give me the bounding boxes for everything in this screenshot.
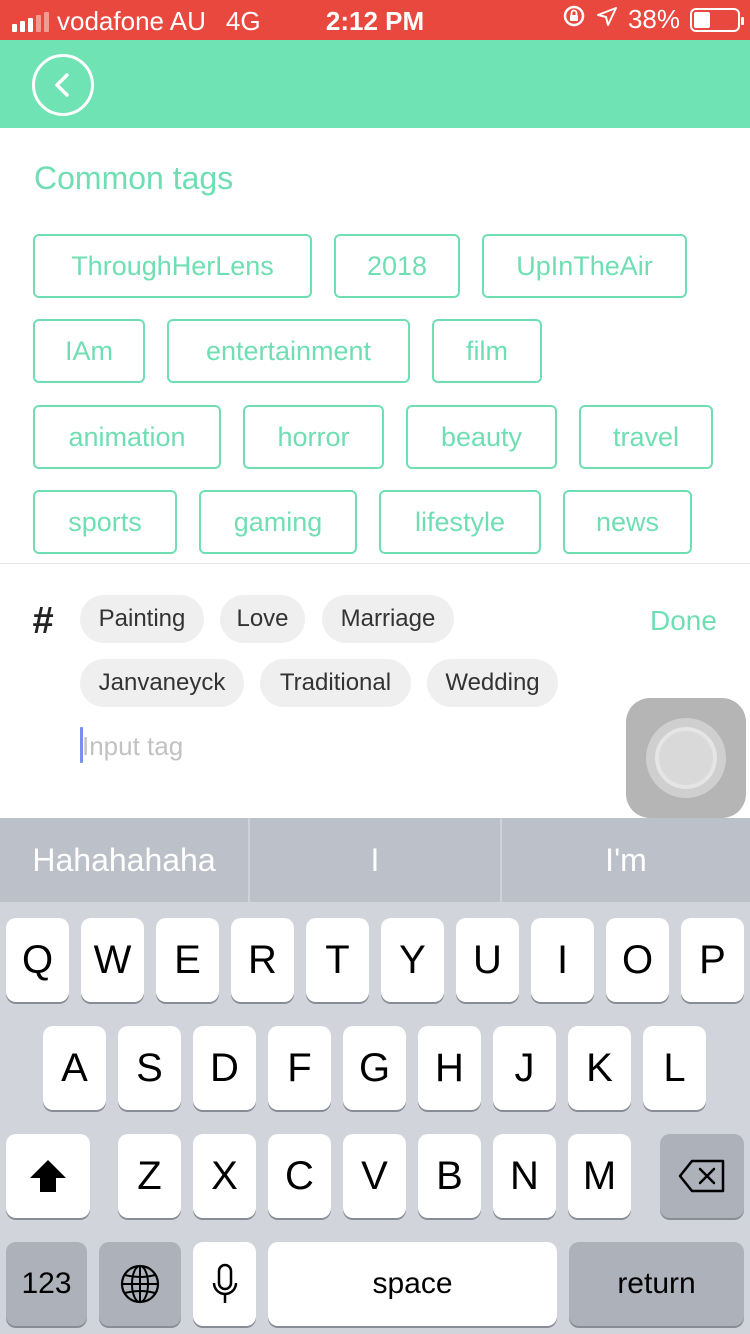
common-tag[interactable]: UpInTheAir — [482, 234, 687, 298]
battery-icon — [690, 7, 744, 32]
common-tag[interactable]: gaming — [199, 490, 357, 554]
key-x[interactable]: X — [193, 1134, 256, 1218]
common-tag[interactable]: 2018 — [334, 234, 460, 298]
common-tag[interactable]: ThroughHerLens — [33, 234, 312, 298]
key-j[interactable]: J — [493, 1026, 556, 1110]
common-tag[interactable]: news — [563, 490, 692, 554]
key-v[interactable]: V — [343, 1134, 406, 1218]
globe-icon — [120, 1264, 160, 1304]
key-d[interactable]: D — [193, 1026, 256, 1110]
key-o[interactable]: O — [606, 918, 669, 1002]
chevron-left-icon — [55, 73, 69, 97]
key-w[interactable]: W — [81, 918, 144, 1002]
text-caret — [80, 727, 83, 763]
key-y[interactable]: Y — [381, 918, 444, 1002]
globe-key[interactable] — [99, 1242, 181, 1326]
selected-tag[interactable]: Marriage — [322, 595, 454, 643]
common-tag[interactable]: animation — [33, 405, 221, 469]
suggestion-item[interactable]: I — [250, 818, 500, 902]
key-r[interactable]: R — [231, 918, 294, 1002]
microphone-icon — [212, 1263, 237, 1303]
hash-icon: # — [32, 600, 54, 642]
key-g[interactable]: G — [343, 1026, 406, 1110]
common-tags-title: Common tags — [34, 160, 234, 196]
space-key[interactable]: space — [268, 1242, 557, 1326]
suggestion-item[interactable]: Hahahahaha — [0, 818, 248, 902]
selected-tag[interactable]: Love — [220, 595, 305, 643]
suggestion-item[interactable]: I'm — [502, 818, 750, 902]
location-icon — [596, 4, 618, 35]
key-u[interactable]: U — [456, 918, 519, 1002]
keyboard: Q W E R T Y U I O P A S D F G H J K L Z … — [0, 902, 750, 1334]
assistive-touch-button[interactable] — [626, 698, 746, 818]
key-i[interactable]: I — [531, 918, 594, 1002]
nav-bar — [0, 40, 750, 128]
status-bar: vodafone AU 4G 2:12 PM 38% — [0, 0, 750, 40]
suggestion-bar: Hahahahaha I I'm — [0, 818, 750, 902]
common-tag[interactable]: horror — [243, 405, 384, 469]
common-tag[interactable]: film — [432, 319, 542, 383]
backspace-key[interactable] — [660, 1134, 744, 1218]
done-button[interactable]: Done — [650, 605, 717, 637]
numbers-key[interactable]: 123 — [6, 1242, 87, 1326]
key-s[interactable]: S — [118, 1026, 181, 1110]
key-l[interactable]: L — [643, 1026, 706, 1110]
key-b[interactable]: B — [418, 1134, 481, 1218]
key-n[interactable]: N — [493, 1134, 556, 1218]
key-p[interactable]: P — [681, 918, 744, 1002]
selected-tag[interactable]: Traditional — [260, 659, 411, 707]
backspace-icon — [678, 1159, 725, 1193]
shift-icon — [30, 1160, 66, 1192]
common-tag[interactable]: entertainment — [167, 319, 410, 383]
key-q[interactable]: Q — [6, 918, 69, 1002]
common-tag[interactable]: sports — [33, 490, 177, 554]
return-key[interactable]: return — [569, 1242, 744, 1326]
common-tag[interactable]: travel — [579, 405, 713, 469]
key-k[interactable]: K — [568, 1026, 631, 1110]
shift-key[interactable] — [6, 1134, 90, 1218]
key-c[interactable]: C — [268, 1134, 331, 1218]
key-a[interactable]: A — [43, 1026, 106, 1110]
common-tag[interactable]: lifestyle — [379, 490, 541, 554]
selected-tag[interactable]: Janvaneyck — [80, 659, 244, 707]
rotation-lock-icon — [562, 4, 586, 35]
back-button[interactable] — [32, 54, 94, 116]
key-f[interactable]: F — [268, 1026, 331, 1110]
key-t[interactable]: T — [306, 918, 369, 1002]
battery-fill — [694, 11, 710, 28]
selected-tag[interactable]: Painting — [80, 595, 204, 643]
selected-tag[interactable]: Wedding — [427, 659, 558, 707]
key-m[interactable]: M — [568, 1134, 631, 1218]
key-z[interactable]: Z — [118, 1134, 181, 1218]
key-h[interactable]: H — [418, 1026, 481, 1110]
status-right: 38% — [562, 4, 744, 35]
battery-percent: 38% — [627, 4, 680, 34]
key-e[interactable]: E — [156, 918, 219, 1002]
tag-input-field[interactable] — [80, 726, 520, 766]
common-tag[interactable]: beauty — [406, 405, 557, 469]
common-tag[interactable]: IAm — [33, 319, 145, 383]
microphone-key[interactable] — [193, 1242, 256, 1326]
